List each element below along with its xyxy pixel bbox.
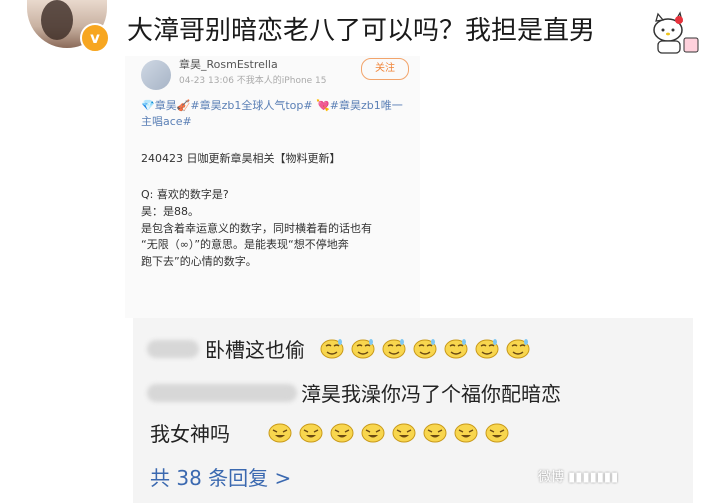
- quoted-text-line: 240423 日咖更新章昊相关【物料更新】: [141, 152, 341, 165]
- sweat-emoji-icon: [475, 339, 499, 359]
- laughing-emoji-icon: [330, 423, 354, 443]
- comment-text: 漳昊我澡你冯了个福你配暗恋: [301, 382, 561, 406]
- sweat-emoji-icon: [413, 339, 437, 359]
- emoji-row: [267, 420, 510, 444]
- laughing-emoji-icon: [454, 423, 478, 443]
- quoted-avatar[interactable]: [141, 60, 171, 90]
- quoted-text-line: “无限（∞）”的意思。是能表现“想不停地奔: [141, 238, 349, 251]
- comment-text: 卧槽这也偷: [205, 338, 305, 362]
- laughing-emoji-icon: [268, 423, 292, 443]
- comment-text: 我女神吗: [150, 422, 230, 446]
- laughing-emoji-icon: [361, 423, 385, 443]
- quoted-text-line: 是包含着幸运意义的数字，同时横着看的话也有: [141, 222, 372, 235]
- hello-kitty-sticker: [653, 11, 699, 54]
- blurred-username[interactable]: [147, 340, 199, 358]
- view-replies-link[interactable]: 共 38 条回复 >: [150, 462, 291, 491]
- laughing-emoji-icon: [485, 423, 509, 443]
- sweat-emoji-icon: [351, 339, 375, 359]
- weibo-watermark: 微博 ▮▮▮▮▮▮▮: [538, 470, 619, 485]
- quoted-weibo-post[interactable]: 章昊_RosmEstrella 04-23 13:06 不我本人的iPhone …: [125, 56, 420, 318]
- quoted-text-line: Q: 喜欢的数字是?: [141, 188, 229, 201]
- sweat-emoji-icon: [382, 339, 406, 359]
- post-header: v 大漳哥别暗恋老八了可以吗？我担是直男: [0, 0, 720, 56]
- sweat-emoji-icon: [320, 339, 344, 359]
- quoted-username[interactable]: 章昊_RosmEstrella: [179, 56, 278, 72]
- sweat-emoji-icon: [444, 339, 468, 359]
- emoji-row: [319, 336, 531, 360]
- hashtags[interactable]: 💎章昊🎻#章昊zb1全球人气top# 💘#章昊zb1唯一主唱ace#: [141, 98, 411, 130]
- laughing-emoji-icon: [392, 423, 416, 443]
- post-title: 大漳哥别暗恋老八了可以吗？我担是直男: [127, 16, 596, 46]
- sweat-emoji-icon: [506, 339, 530, 359]
- follow-button[interactable]: 关注: [361, 58, 409, 80]
- verified-badge: v: [80, 23, 110, 53]
- quoted-text-line: 昊：是88。: [141, 205, 199, 218]
- laughing-emoji-icon: [299, 423, 323, 443]
- laughing-emoji-icon: [423, 423, 447, 443]
- blurred-username[interactable]: [147, 384, 297, 402]
- quoted-meta: 04-23 13:06 不我本人的iPhone 15: [179, 76, 327, 86]
- quoted-text-line: 跑下去”的心情的数字。: [141, 255, 257, 268]
